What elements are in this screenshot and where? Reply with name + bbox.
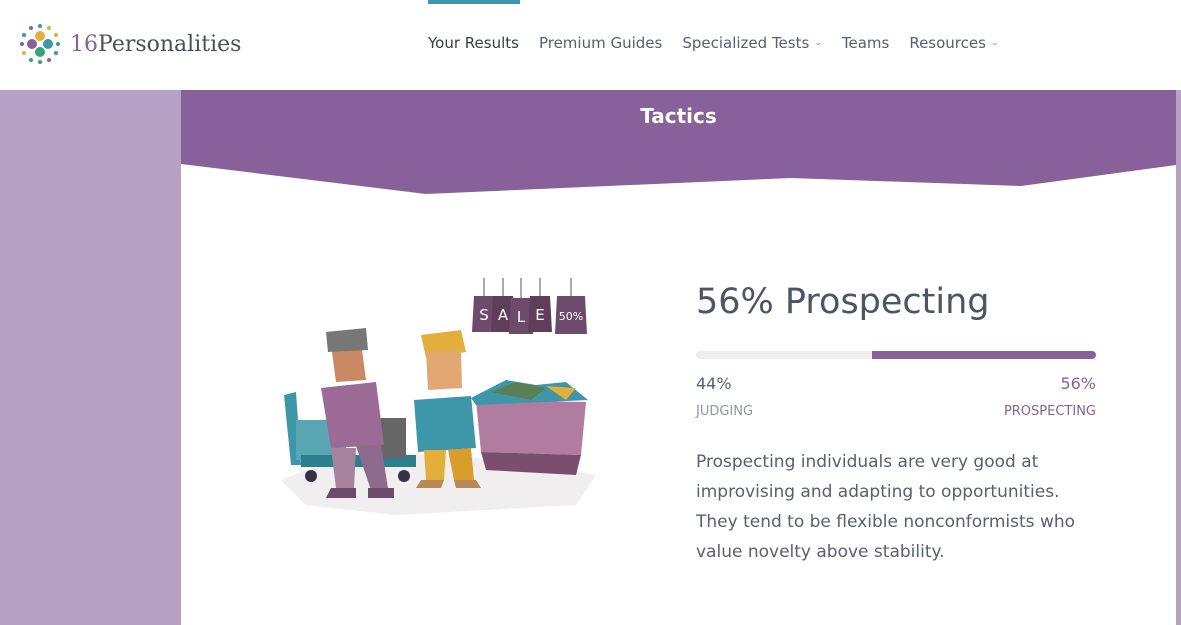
nav-resources[interactable]: Resources ⌄	[909, 34, 998, 52]
result-percentage-title: 56% Prospecting	[696, 282, 990, 322]
judging-label: JUDGING	[696, 404, 754, 419]
site-logo[interactable]: 16Personalities	[18, 22, 241, 66]
sale-tag-discount: 50%	[555, 296, 587, 334]
trait-description: Prospecting individuals are very good at…	[696, 452, 1076, 562]
svg-text:A: A	[498, 306, 509, 324]
active-nav-indicator	[428, 0, 520, 4]
chevron-down-icon: ⌄	[990, 38, 999, 48]
chevron-down-icon: ⌄	[814, 38, 822, 48]
logo-wordmark: 16Personalities	[70, 31, 242, 57]
tactics-card: Tactics S A L E 50% 56% Prospecting 44% …	[181, 90, 1176, 625]
svg-text:E: E	[535, 306, 544, 324]
prospecting-label: PROSPECTING	[1003, 404, 1096, 419]
nav-teams[interactable]: Teams	[842, 34, 889, 52]
trait-progress-fill	[872, 351, 1096, 359]
svg-text:L: L	[517, 308, 526, 326]
logo-dots-icon	[20, 24, 60, 64]
judging-percent: 44%	[696, 374, 732, 393]
left-background-band	[0, 90, 181, 625]
prospecting-shoppers-illustration: S A L E 50%	[281, 278, 596, 515]
svg-text:50%: 50%	[559, 310, 583, 323]
right-background-strip	[1176, 90, 1181, 625]
svg-text:S: S	[479, 306, 489, 324]
nav-premium-guides[interactable]: Premium Guides	[539, 34, 662, 52]
nav-your-results[interactable]: Your Results	[428, 34, 519, 52]
top-navigation-bar: 16Personalities Your Results Premium Gui…	[0, 0, 1181, 90]
prospecting-percent: 56%	[1060, 374, 1096, 393]
nav-specialized-tests[interactable]: Specialized Tests ⌄	[682, 34, 822, 52]
main-nav: Your Results Premium Guides Specialized …	[428, 34, 1018, 52]
trait-progress-bar	[696, 351, 1096, 359]
section-title: Tactics	[640, 104, 717, 128]
sale-tag-e: E	[528, 296, 552, 332]
